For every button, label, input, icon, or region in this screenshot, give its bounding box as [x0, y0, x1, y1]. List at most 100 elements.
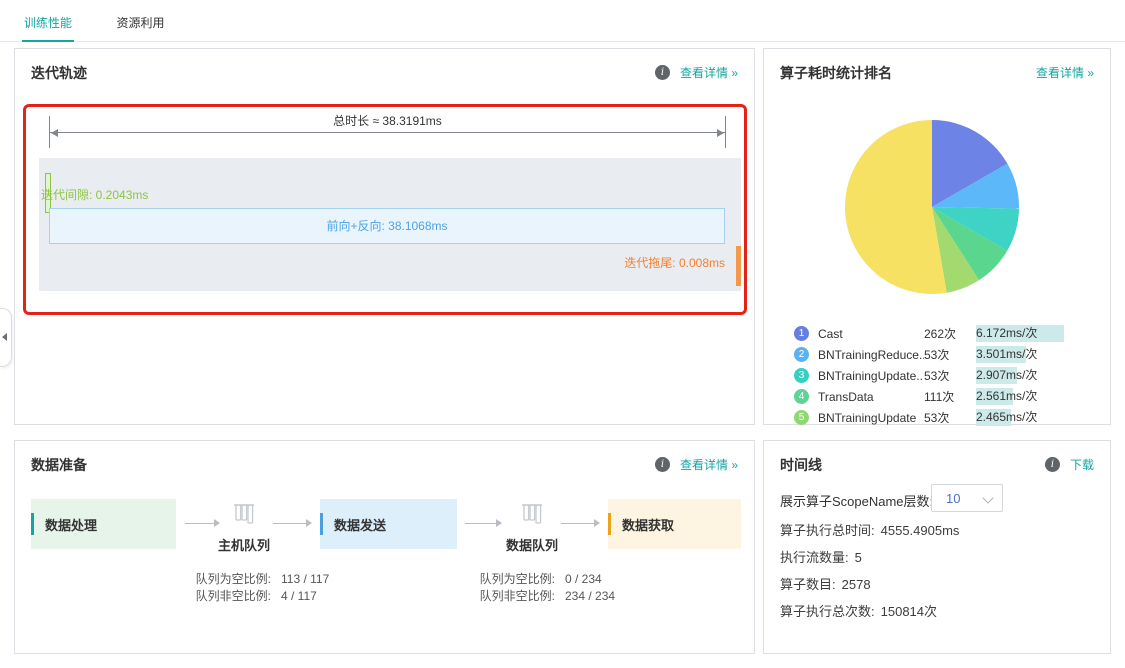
- stat-row: 队列为空比例: 113 / 117: [111, 571, 329, 588]
- queue-icon: [232, 501, 256, 527]
- stat-label: 队列非空比例:: [111, 588, 271, 605]
- view-details-link[interactable]: 查看详情 »: [680, 64, 738, 81]
- download-link[interactable]: 下载: [1070, 456, 1094, 473]
- tab-bar: 训练性能 资源利用: [0, 0, 1125, 42]
- panel-header: 数据准备 查看详情 »: [31, 455, 738, 477]
- flow-arrow-icon: [273, 523, 311, 524]
- rank-badge: 3: [794, 368, 809, 383]
- stat-label: 执行流数量:: [780, 550, 849, 565]
- scope-depth-select[interactable]: 10: [931, 484, 1003, 512]
- operator-count: 53次: [924, 346, 976, 363]
- chevron-down-icon: [982, 492, 993, 503]
- flow-arrow-icon: [561, 523, 599, 524]
- rank-badge: 4: [794, 389, 809, 404]
- panel-title: 数据准备: [31, 455, 87, 475]
- view-details-link[interactable]: 查看详情 »: [680, 456, 738, 473]
- arrowhead-right-icon: [717, 129, 724, 137]
- panel-header: 迭代轨迹 查看详情 »: [31, 63, 738, 85]
- measure-line: [50, 132, 725, 133]
- data-preparation-panel: 数据准备 查看详情 » 数据处理 主机队列 数据发送: [14, 440, 755, 654]
- queue-label: 数据队列: [500, 535, 564, 554]
- iteration-tail-label: 迭代拖尾: 0.008ms: [624, 254, 725, 271]
- stat-value: 113 / 117: [281, 571, 329, 588]
- stat-label: 队列非空比例:: [395, 588, 555, 605]
- tab-resource-utilization[interactable]: 资源利用: [114, 0, 166, 40]
- timeline-stat-row: 算子执行总时间: 4555.4905ms: [780, 520, 959, 539]
- stage-data-processing: 数据处理: [31, 499, 176, 549]
- operator-name: BNTrainingReduce...: [818, 348, 924, 362]
- operator-name: Cast: [818, 327, 924, 341]
- legend-row: 4 TransData111次2.561ms/次: [780, 386, 1096, 407]
- data-queue-stats: 队列为空比例: 0 / 234 队列非空比例: 234 / 234: [395, 571, 615, 605]
- stat-label: 算子数目:: [780, 577, 836, 592]
- panel-title: 时间线: [780, 455, 822, 475]
- stat-row: 队列非空比例: 4 / 117: [111, 588, 329, 605]
- view-details-link[interactable]: 查看详情 »: [1036, 64, 1094, 81]
- iteration-gap-label: 迭代间隙: 0.2043ms: [41, 186, 148, 203]
- legend-row: 2 BNTrainingReduce...53次3.501ms/次: [780, 344, 1096, 365]
- stat-label: 队列为空比例:: [111, 571, 271, 588]
- rank-badge: 2: [794, 347, 809, 362]
- operator-name: BNTrainingUpdate...: [818, 369, 924, 383]
- operator-avg-time: 2.465ms/次: [976, 409, 1076, 426]
- operator-legend: 1Cast262次6.172ms/次2BNTrainingReduce...53…: [780, 323, 1096, 428]
- data-queue: 数据队列: [500, 501, 564, 554]
- iteration-track: 迭代间隙: 0.2043ms 前向+反向: 38.1068ms 迭代拖尾: 0.…: [39, 158, 741, 291]
- operator-count: 53次: [924, 367, 976, 384]
- stat-value: 2578: [842, 577, 871, 592]
- info-icon[interactable]: [1045, 457, 1060, 472]
- stat-value: 4555.4905ms: [881, 523, 960, 538]
- stat-value: 234 / 234: [565, 588, 615, 605]
- pie-slice-others: [845, 120, 947, 294]
- operator-avg-time-text: 2.465ms/次: [976, 410, 1037, 424]
- host-queue-stats: 队列为空比例: 113 / 117 队列非空比例: 4 / 117: [111, 571, 329, 605]
- timeline-panel: 时间线 下载 展示算子ScopeName层数: 10 算子执行总时间: 4555.…: [763, 440, 1111, 654]
- operator-avg-time-text: 2.907ms/次: [976, 368, 1037, 382]
- legend-row: 5BNTrainingUpdate53次2.465ms/次: [780, 407, 1096, 428]
- stat-value: 5: [855, 550, 862, 565]
- timeline-stat-row: 算子数目: 2578: [780, 574, 871, 593]
- stage-label: 数据发送: [334, 515, 386, 534]
- stat-value: 150814次: [881, 604, 937, 619]
- scope-depth-value: 10: [946, 491, 960, 506]
- forward-backward-bar: 前向+反向: 38.1068ms: [49, 208, 725, 244]
- operator-ranking-panel: 算子耗时统计排名 查看详情 » 1Cast262次6.172ms/次2BNTra…: [763, 48, 1111, 425]
- arrowhead-left-icon: [51, 129, 58, 137]
- panel-title: 迭代轨迹: [31, 63, 87, 83]
- rank-badge: 5: [794, 410, 809, 425]
- stage-data-fetching: 数据获取: [608, 499, 741, 549]
- iteration-trace-panel: 迭代轨迹 查看详情 » 总时长 ≈ 38.3191ms 迭代间隙: 0.2043…: [14, 48, 755, 425]
- stat-label: 算子执行总时间:: [780, 523, 875, 538]
- sidebar-collapse-handle[interactable]: [0, 308, 12, 367]
- operator-avg-time: 2.561ms/次: [976, 388, 1076, 405]
- stat-label: 算子执行总次数:: [780, 604, 875, 619]
- timeline-stat-row: 算子执行总次数: 150814次: [780, 601, 937, 620]
- info-icon[interactable]: [655, 457, 670, 472]
- legend-row: 3 BNTrainingUpdate...53次2.907ms/次: [780, 365, 1096, 386]
- operator-avg-time-text: 6.172ms/次: [976, 326, 1037, 340]
- flow-arrow-icon: [465, 523, 501, 524]
- iteration-tail-bar: [736, 246, 741, 286]
- operator-count: 53次: [924, 409, 976, 426]
- tab-training-performance[interactable]: 训练性能: [22, 0, 74, 42]
- info-icon[interactable]: [655, 65, 670, 80]
- total-duration-measure: 总时长 ≈ 38.3191ms: [49, 116, 726, 148]
- total-duration-label: 总时长 ≈ 38.3191ms: [50, 112, 725, 129]
- stage-data-sending: 数据发送: [320, 499, 457, 549]
- panel-header: 算子耗时统计排名 查看详情 »: [780, 63, 1094, 85]
- scope-name-label: 展示算子ScopeName层数:: [780, 491, 933, 510]
- operator-avg-time-text: 3.501ms/次: [976, 347, 1037, 361]
- rank-badge: 1: [794, 326, 809, 341]
- queue-icon: [520, 501, 544, 527]
- stat-value: 4 / 117: [281, 588, 317, 605]
- operator-name: TransData: [818, 390, 924, 404]
- operator-avg-time: 2.907ms/次: [976, 367, 1076, 384]
- host-queue: 主机队列: [212, 501, 276, 554]
- operator-avg-time: 6.172ms/次: [976, 325, 1076, 342]
- stat-row: 队列非空比例: 234 / 234: [395, 588, 615, 605]
- stage-label: 数据获取: [622, 515, 674, 534]
- legend-row: 1Cast262次6.172ms/次: [780, 323, 1096, 344]
- operator-count: 111次: [924, 388, 976, 405]
- stage-label: 数据处理: [45, 515, 97, 534]
- panel-header: 时间线 下载: [780, 455, 1094, 477]
